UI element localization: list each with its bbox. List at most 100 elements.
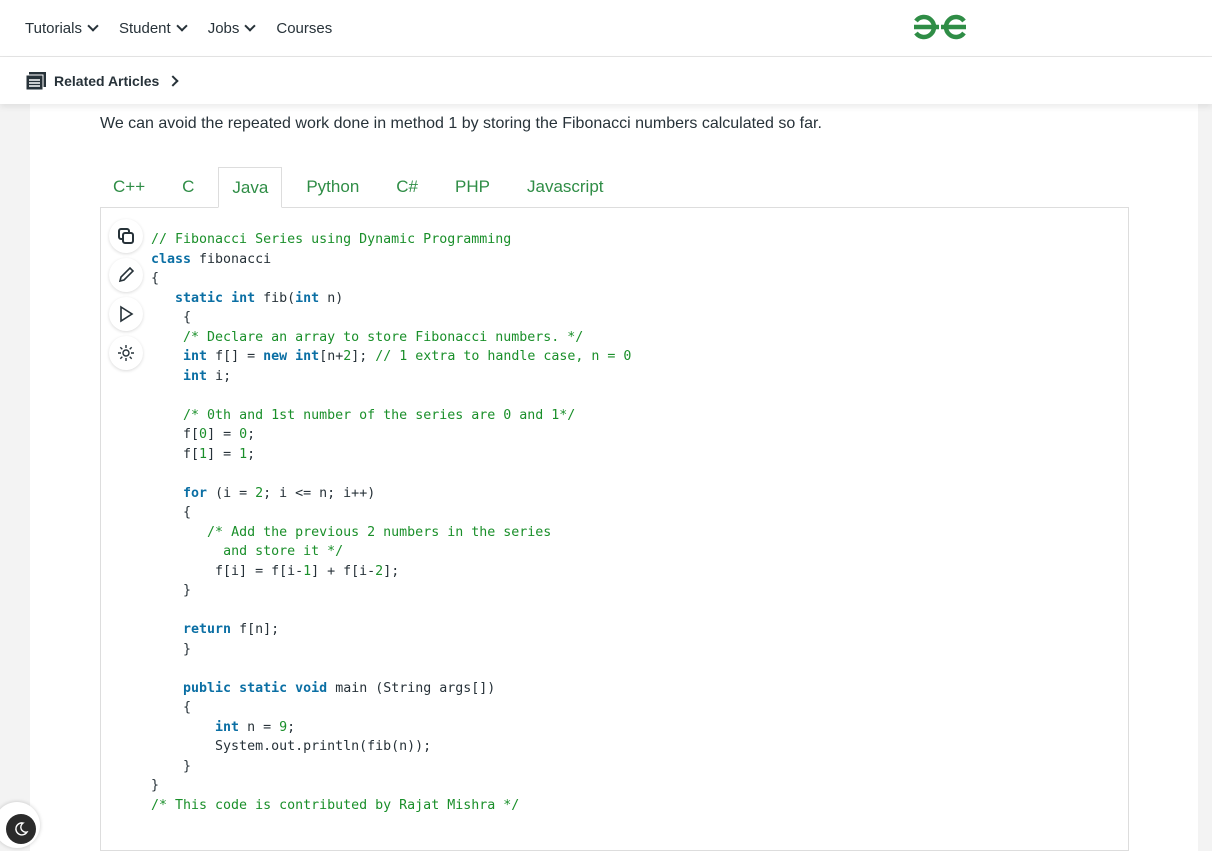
code-token: ; i <= n; i++)	[263, 485, 376, 501]
tab-python[interactable]: Python	[293, 167, 372, 208]
language-tabs: C++ C Java Python C# PHP Javascript	[100, 167, 628, 208]
article: We can avoid the repeated work done in m…	[30, 100, 1198, 851]
code-token: class	[151, 251, 192, 267]
edit-button[interactable]	[109, 258, 143, 292]
copy-button[interactable]	[109, 219, 143, 253]
code-token: System.out.println(fib(n));	[151, 739, 432, 754]
code-token: ] + f[i-	[311, 563, 376, 579]
code-line: public static void main (String args[])	[151, 679, 631, 699]
sun-icon	[118, 345, 134, 361]
code-token: ;	[247, 446, 256, 462]
code-token: // Fibonacci Series using Dynamic Progra…	[151, 232, 512, 247]
code-line: f[0] = 0;	[151, 425, 631, 445]
code-line: return f[n];	[151, 620, 631, 640]
code-token: fib(	[255, 290, 296, 306]
code-token: ] =	[207, 446, 240, 462]
code-line: }	[151, 757, 631, 777]
code-token: n =	[239, 719, 280, 735]
code-line: int f[] = new int[n+2]; // 1 extra to ha…	[151, 347, 631, 367]
tab-php[interactable]: PHP	[442, 167, 503, 208]
nav-student[interactable]: Student	[118, 19, 188, 37]
tab-java[interactable]: Java	[218, 167, 283, 208]
code-token: 2	[255, 485, 264, 501]
code-token: int	[295, 290, 320, 306]
tab-c[interactable]: C	[169, 167, 207, 208]
code-token: for	[183, 485, 208, 501]
code-token: [n+	[319, 349, 344, 364]
code-token: f[] =	[207, 349, 264, 364]
code-token: ];	[351, 349, 376, 364]
code-line: static int fib(int n)	[151, 289, 631, 309]
code-token: 0	[239, 427, 248, 442]
code-line: {	[151, 308, 631, 328]
theme-button[interactable]	[109, 336, 143, 370]
tab-cpp[interactable]: C++	[100, 167, 158, 208]
chevron-down-icon	[176, 19, 188, 32]
code-token: }	[151, 583, 192, 598]
code-token: 1	[239, 446, 248, 462]
run-button[interactable]	[109, 297, 143, 331]
code-token: /* This code is contributed by Rajat Mis…	[151, 797, 520, 813]
code-token: return	[183, 622, 232, 637]
gfg-logo[interactable]	[912, 12, 968, 42]
code-token: and store it */	[223, 544, 344, 559]
code-content: // Fibonacci Series using Dynamic Progra…	[151, 230, 631, 815]
code-token: main (String args[])	[327, 680, 496, 696]
code-token: void	[295, 680, 328, 696]
code-token: /* 0th and 1st number of the series are …	[183, 407, 576, 423]
code-token: int	[295, 349, 320, 364]
nav-courses[interactable]: Courses	[276, 20, 332, 37]
code-token: fibonacci	[191, 251, 272, 267]
nav-jobs[interactable]: Jobs	[207, 19, 257, 37]
code-token: 1	[303, 563, 312, 579]
code-token: f[	[151, 427, 200, 442]
code-token: {	[151, 700, 192, 715]
code-token: {	[151, 310, 192, 325]
nav-label: Jobs	[207, 19, 240, 37]
code-token: {	[151, 271, 160, 286]
code-token: static	[239, 680, 288, 696]
code-line: int i;	[151, 367, 631, 387]
code-token: {	[151, 505, 192, 520]
nav-tutorials[interactable]: Tutorials	[25, 19, 99, 37]
code-token: int	[183, 349, 208, 364]
code-token: n)	[319, 290, 344, 306]
tab-javascript[interactable]: Javascript	[514, 167, 617, 208]
code-token: /* Add the previous 2 numbers in the ser…	[207, 524, 552, 540]
tab-csharp[interactable]: C#	[383, 167, 431, 208]
related-articles-bar[interactable]: Related Articles	[0, 57, 1212, 104]
code-token: int	[215, 719, 240, 735]
code-token: ];	[383, 563, 400, 579]
code-line: /* Declare an array to store Fibonacci n…	[151, 328, 631, 348]
code-line: System.out.println(fib(n));	[151, 737, 631, 757]
nav-label: Student	[118, 19, 171, 37]
code-token: public	[183, 680, 232, 696]
intro-text: We can avoid the repeated work done in m…	[100, 115, 822, 132]
code-line: }	[151, 776, 631, 796]
moon-icon	[15, 822, 29, 836]
top-nav: Tutorials Student Jobs Courses	[0, 0, 1212, 57]
chevron-down-icon	[244, 19, 257, 32]
nav-label: Tutorials	[25, 19, 82, 37]
code-line: for (i = 2; i <= n; i++)	[151, 484, 631, 504]
code-token: i;	[207, 368, 232, 384]
articles-icon	[26, 71, 46, 90]
play-icon	[120, 305, 134, 323]
code-token: (i =	[207, 485, 256, 501]
code-token: 9	[279, 719, 288, 735]
code-line: {	[151, 698, 631, 718]
code-token: new	[263, 349, 288, 364]
